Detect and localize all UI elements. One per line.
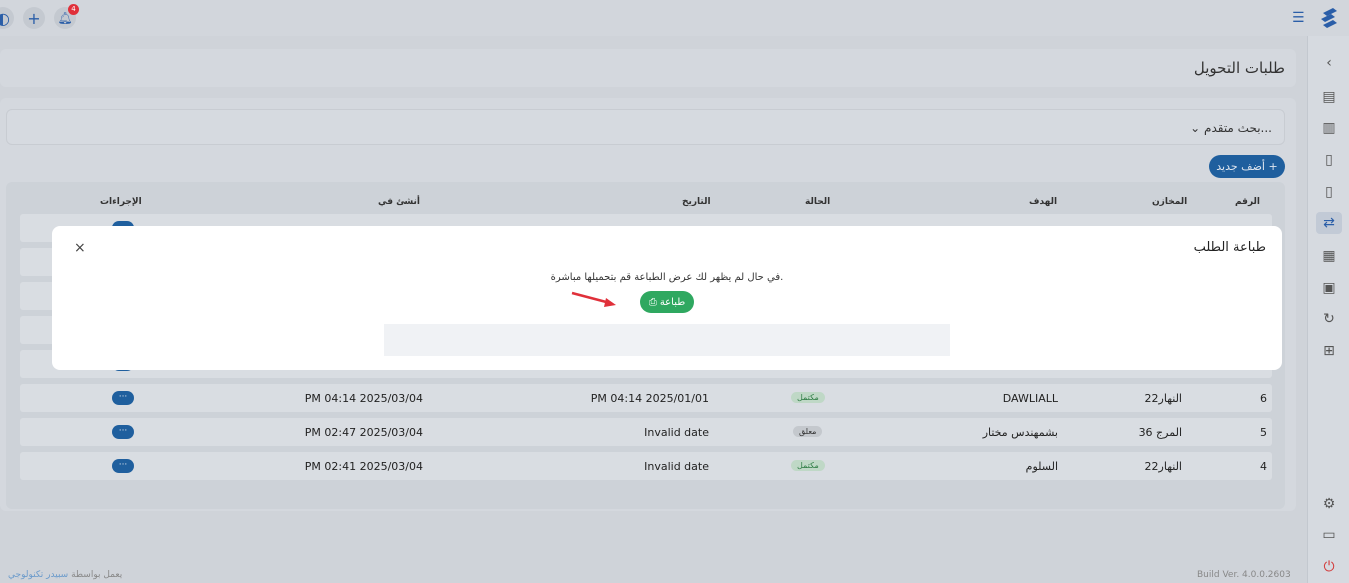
cell-number: 4 — [1260, 460, 1267, 473]
car-icon: ▣ — [1322, 280, 1336, 296]
cell-created-at: PM 02:47 2025/03/04 — [304, 426, 423, 439]
status-badge: مكتمل — [791, 460, 825, 471]
close-icon[interactable]: × — [74, 241, 86, 255]
status-badge: معلق — [793, 426, 823, 437]
cell-created-at: PM 02:41 2025/03/04 — [304, 460, 423, 473]
build-version: Build Ver. 4.0.0.2603 — [1197, 570, 1291, 580]
cell-number: 6 — [1260, 392, 1267, 405]
header-created-at: أنشئ في — [378, 197, 421, 207]
invoice-icon: ▦ — [1322, 248, 1336, 264]
cell-target: السلوم — [1025, 460, 1058, 473]
header-number: الرقم — [1235, 197, 1261, 207]
plus-icon: + — [1264, 160, 1278, 173]
sidebar: ‹ ▤ ▥ ▯ ▯ ⇄ ▦ ▣ ↻ ⊞ ⚙ ▭ ⏻ — [1307, 36, 1349, 583]
table-row[interactable]: 6 النهار22 DAWLIALL مكتمل PM 04:14 2025/… — [20, 384, 1272, 412]
file-check-icon: ▯ — [1325, 184, 1333, 200]
cell-target: بشمهندس مختار — [982, 426, 1058, 439]
sidebar-item-columns[interactable]: ▥ — [1316, 117, 1342, 139]
menu-icon[interactable]: ☰ — [1292, 10, 1305, 26]
header-store: المخازن — [1152, 197, 1188, 207]
status-badge: مكتمل — [791, 392, 825, 403]
modal-title: طباعة الطلب — [1193, 240, 1266, 255]
arrow-icon — [571, 291, 616, 307]
cell-date: Invalid date — [644, 426, 709, 439]
cell-store: النهار22 — [1144, 392, 1182, 405]
page-title: طلبات التحويل — [1193, 59, 1285, 77]
cell-date: Invalid date — [644, 460, 709, 473]
table-row[interactable]: 5 المرج 36 بشمهندس مختار معلق Invalid da… — [20, 418, 1272, 446]
layout-icon: ⊞ — [1323, 343, 1335, 359]
collapse-chevron-icon[interactable]: ‹ — [1316, 52, 1342, 74]
chevron-down-icon: ⌄ — [1190, 121, 1201, 135]
file-icon: ▯ — [1325, 152, 1333, 168]
top-bar: ◐ + 🔔︎ 4 ☰ — [0, 0, 1349, 36]
table-row[interactable]: 4 النهار22 السلوم مكتمل Invalid date PM … — [20, 452, 1272, 480]
header-target: الهدف — [1029, 197, 1058, 207]
header-date: التاريخ — [682, 197, 711, 207]
document-icon: ▤ — [1322, 89, 1336, 105]
cell-number: 5 — [1260, 426, 1267, 439]
row-actions-button[interactable]: ··· — [112, 425, 134, 439]
print-modal: طباعة الطلب × في حال لم يظهر لك عرض الطب… — [52, 226, 1282, 370]
print-preview-frame — [384, 324, 950, 356]
row-actions-button[interactable]: ··· — [112, 391, 134, 405]
sidebar-item-docs[interactable]: ▤ — [1316, 86, 1342, 108]
header-actions: الإجراءات — [100, 197, 142, 207]
plus-icon[interactable]: + — [23, 7, 45, 29]
sidebar-item-file[interactable]: ▯ — [1316, 149, 1342, 171]
notification-badge: 4 — [68, 4, 79, 15]
footer-powered-by: يعمل بواسطة سبيدر تكنولوجي — [8, 570, 122, 580]
power-icon[interactable]: ⏻ — [1316, 556, 1342, 578]
screen-icon[interactable]: ▭ — [1316, 524, 1342, 546]
sidebar-item-sync[interactable]: ↻ — [1316, 308, 1342, 330]
sidebar-item-file-check[interactable]: ▯ — [1316, 181, 1342, 203]
sidebar-item-invoice[interactable]: ▦ — [1316, 245, 1342, 267]
add-new-label: أضف جديد — [1216, 160, 1265, 173]
cell-store: المرج 36 — [1138, 426, 1182, 439]
sync-icon: ↻ — [1323, 311, 1335, 327]
logo-icon — [1321, 8, 1337, 28]
printer-icon: ⎙ — [648, 296, 657, 308]
advanced-search-label: بحث متقدم... — [1204, 121, 1272, 135]
powered-prefix: يعمل بواسطة — [71, 570, 123, 580]
header-status: الحالة — [805, 197, 831, 207]
advanced-search-toggle[interactable]: ⌄ بحث متقدم... — [6, 109, 1285, 145]
bell-icon[interactable]: 🔔︎ 4 — [54, 4, 79, 29]
sidebar-item-transfers[interactable]: ⇄ — [1316, 212, 1342, 234]
row-actions-button[interactable]: ··· — [112, 459, 134, 473]
transfer-icon: ⇄ — [1323, 215, 1335, 231]
cell-date: PM 04:14 2025/01/01 — [590, 392, 709, 405]
cell-store: النهار22 — [1144, 460, 1182, 473]
modal-message: في حال لم يظهر لك عرض الطباعة قم بتحميله… — [550, 272, 784, 283]
sidebar-item-layout[interactable]: ⊞ — [1316, 340, 1342, 362]
title-card: طلبات التحويل — [0, 49, 1296, 87]
print-label: طباعة — [659, 296, 686, 308]
cell-target: DAWLIALL — [1002, 392, 1058, 405]
add-new-button[interactable]: أضف جديد + — [1209, 155, 1285, 178]
sidebar-item-car[interactable]: ▣ — [1316, 277, 1342, 299]
app-switch-icon[interactable]: ◐ — [0, 7, 14, 29]
print-button[interactable]: ⎙ طباعة — [640, 291, 694, 313]
cell-created-at: PM 04:14 2025/03/04 — [304, 392, 423, 405]
settings-gear-icon[interactable]: ⚙ — [1316, 493, 1342, 515]
columns-icon: ▥ — [1322, 120, 1336, 136]
powered-brand-link[interactable]: سبيدر تكنولوجي — [8, 570, 68, 580]
